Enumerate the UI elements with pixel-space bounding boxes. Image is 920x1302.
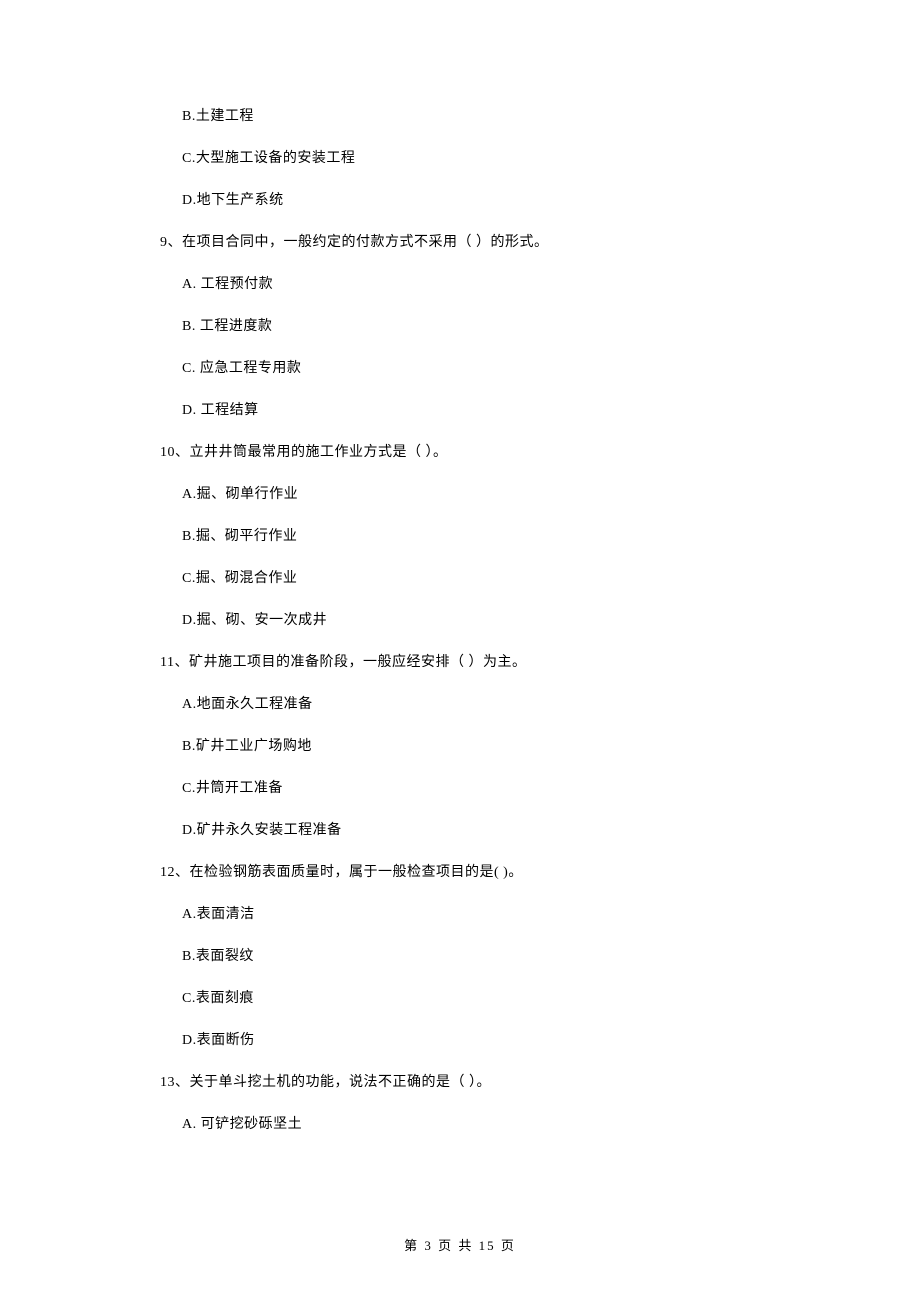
option-text: D.表面断伤 [182, 1034, 800, 1048]
previous-question-options: B.土建工程 C.大型施工设备的安装工程 D.地下生产系统 [160, 110, 800, 208]
option-text: D.掘、砌、安一次成井 [182, 614, 800, 628]
question-stem: 12、在检验钢筋表面质量时，属于一般检查项目的是( )。 [160, 866, 800, 880]
option-text: C.大型施工设备的安装工程 [182, 152, 800, 166]
question-9: 9、在项目合同中，一般约定的付款方式不采用（ ）的形式。 A. 工程预付款 B.… [160, 236, 800, 418]
option-text: B.掘、砌平行作业 [182, 530, 800, 544]
option-text: C.表面刻痕 [182, 992, 800, 1006]
option-text: A.掘、砌单行作业 [182, 488, 800, 502]
option-text: B.土建工程 [182, 110, 800, 124]
question-13: 13、关于单斗挖土机的功能，说法不正确的是（ ）。 A. 可铲挖砂砾坚土 [160, 1076, 800, 1132]
question-stem: 9、在项目合同中，一般约定的付款方式不采用（ ）的形式。 [160, 236, 800, 250]
option-text: A.表面清洁 [182, 908, 800, 922]
option-text: B.表面裂纹 [182, 950, 800, 964]
document-body: B.土建工程 C.大型施工设备的安装工程 D.地下生产系统 9、在项目合同中，一… [160, 110, 800, 1160]
option-text: A. 工程预付款 [182, 278, 800, 292]
question-stem: 13、关于单斗挖土机的功能，说法不正确的是（ ）。 [160, 1076, 800, 1090]
option-text: B. 工程进度款 [182, 320, 800, 334]
page-footer: 第 3 页 共 15 页 [0, 1235, 920, 1254]
option-text: C. 应急工程专用款 [182, 362, 800, 376]
option-text: A.地面永久工程准备 [182, 698, 800, 712]
option-text: D. 工程结算 [182, 404, 800, 418]
question-11: 11、矿井施工项目的准备阶段，一般应经安排（ ）为主。 A.地面永久工程准备 B… [160, 656, 800, 838]
question-stem: 10、立井井筒最常用的施工作业方式是（ ）。 [160, 446, 800, 460]
question-10: 10、立井井筒最常用的施工作业方式是（ ）。 A.掘、砌单行作业 B.掘、砌平行… [160, 446, 800, 628]
question-stem: 11、矿井施工项目的准备阶段，一般应经安排（ ）为主。 [160, 656, 800, 670]
option-text: B.矿井工业广场购地 [182, 740, 800, 754]
question-12: 12、在检验钢筋表面质量时，属于一般检查项目的是( )。 A.表面清洁 B.表面… [160, 866, 800, 1048]
option-text: C.掘、砌混合作业 [182, 572, 800, 586]
option-text: D.地下生产系统 [182, 194, 800, 208]
option-text: C.井筒开工准备 [182, 782, 800, 796]
option-text: D.矿井永久安装工程准备 [182, 824, 800, 838]
option-text: A. 可铲挖砂砾坚土 [182, 1118, 800, 1132]
